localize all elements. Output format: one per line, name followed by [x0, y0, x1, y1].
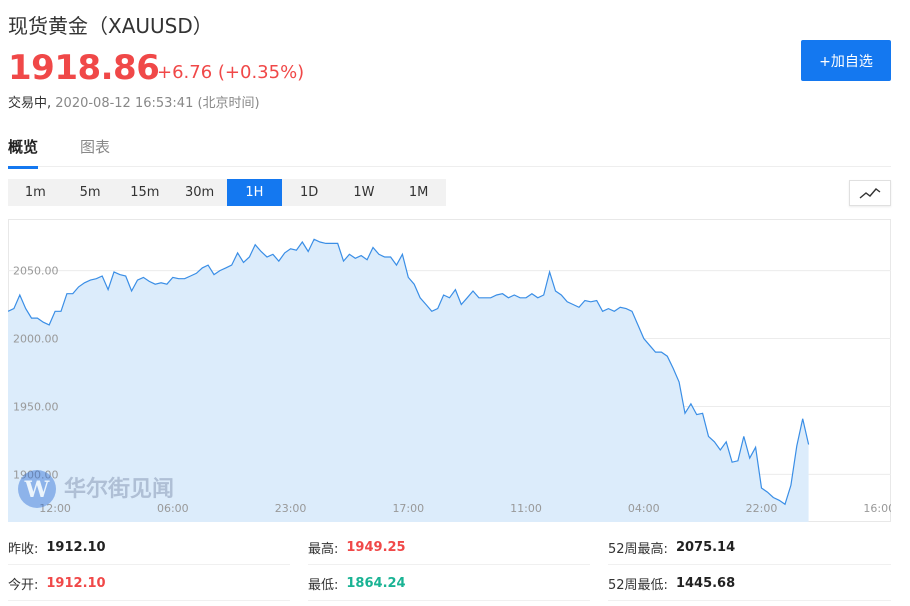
instrument-title: 现货黄金（XAUUSD）	[8, 14, 213, 38]
period-1d[interactable]: 1D	[282, 179, 337, 206]
watermark-text: 华尔街见闻	[64, 476, 174, 502]
period-5m[interactable]: 5m	[63, 179, 118, 206]
x-tick-label: 04:00	[628, 502, 660, 515]
stat-52w-low: 52周最低: 1445.68	[608, 566, 891, 601]
svg-text:W: W	[24, 477, 50, 503]
stat-high: 最高: 1949.25	[308, 530, 590, 565]
trading-state: 交易中,	[8, 96, 52, 111]
chart-type-button[interactable]	[849, 180, 891, 206]
trading-status: 交易中, 2020-08-12 16:53:41 (北京时间)	[8, 92, 260, 111]
add-to-watchlist-button[interactable]: +加自选	[801, 40, 891, 81]
stat-low: 最低: 1864.24	[308, 566, 590, 601]
price-change: +6.76 (+0.35%)	[157, 62, 305, 83]
tab-chart[interactable]: 图表	[80, 136, 110, 157]
period-15m[interactable]: 15m	[118, 179, 173, 206]
current-price: 1918.86	[8, 48, 160, 88]
x-tick-label: 23:00	[275, 502, 307, 515]
x-tick-label: 22:00	[746, 502, 778, 515]
y-tick-label: 2050.00	[13, 265, 59, 278]
period-30m[interactable]: 30m	[172, 179, 227, 206]
x-tick-label: 06:00	[157, 502, 189, 515]
period-1w[interactable]: 1W	[337, 179, 392, 206]
stat-prev-close: 昨收: 1912.10	[8, 530, 290, 565]
quote-timestamp: 2020-08-12 16:53:41 (北京时间)	[55, 96, 260, 111]
stat-52w-high: 52周最高: 2075.14	[608, 530, 891, 565]
price-chart: 2050.002000.001950.001900.0012:0006:0023…	[8, 238, 891, 522]
x-tick-label: 16:00	[863, 502, 891, 515]
stat-open: 今开: 1912.10	[8, 566, 290, 601]
period-1m[interactable]: 1m	[8, 179, 63, 206]
y-tick-label: 2000.00	[13, 333, 59, 346]
period-selector: 1m 5m 15m 30m 1H 1D 1W 1M	[8, 179, 446, 206]
line-chart-icon	[859, 188, 881, 199]
y-tick-label: 1950.00	[13, 400, 59, 413]
stats-panel: 昨收: 1912.10 最高: 1949.25 52周最高: 2075.14 今…	[8, 530, 891, 606]
x-tick-label: 11:00	[510, 502, 542, 515]
period-1mo[interactable]: 1M	[391, 179, 446, 206]
period-1h[interactable]: 1H	[227, 179, 282, 206]
view-tabs: 概览 图表	[8, 126, 891, 169]
x-tick-label: 17:00	[392, 502, 424, 515]
tab-overview[interactable]: 概览	[8, 136, 39, 169]
